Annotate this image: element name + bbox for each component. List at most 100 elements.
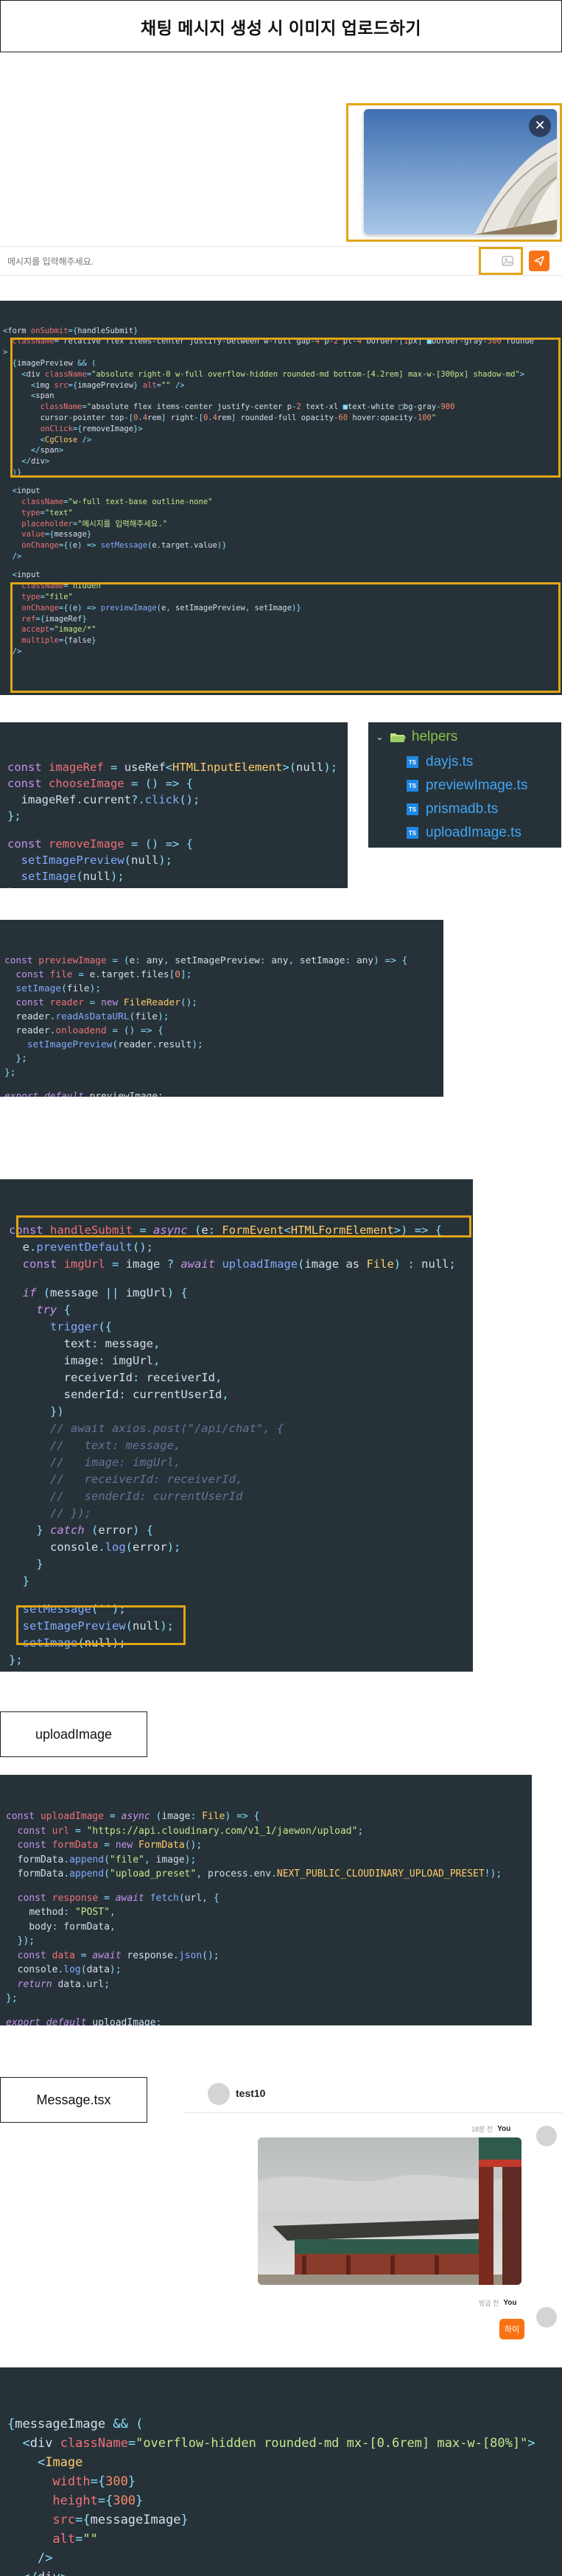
code-block-choose-image: const imageRef = useRef<HTMLInputElement…	[0, 722, 348, 888]
code-line: className="w-full text-base outline-none…	[21, 498, 213, 507]
code-line: setImagePreview(null);	[21, 853, 172, 867]
typescript-file-icon: TS	[407, 756, 418, 768]
label-upload-image: uploadImage	[0, 1711, 147, 1757]
code-line: });	[17, 1936, 35, 1947]
code-line: className="relative flex items-center ju…	[12, 337, 535, 346]
code-line: </div>	[7, 2568, 555, 2576]
code-line: };	[7, 884, 340, 889]
code-line: // senderId: currentUserId	[9, 1489, 243, 1503]
file-tree-item[interactable]: TS dayjs.ts	[407, 753, 473, 771]
code-lines: const handleSubmit = async (e: FormEvent…	[9, 1222, 464, 1669]
code-line: const chooseImage = () => {	[7, 777, 194, 790]
code-block-handle-submit: const handleSubmit = async (e: FormEvent…	[0, 1179, 473, 1672]
code-line: trigger({	[50, 1319, 112, 1333]
code-line: const uploadImage = async (image: File) …	[6, 1811, 260, 1822]
code-line: const file = e.target.files[0];	[15, 969, 192, 980]
label-message-tsx: Message.tsx	[0, 2077, 147, 2123]
code-line: image: imgUrl,	[63, 1353, 161, 1367]
choose-image-button[interactable]	[501, 254, 514, 268]
chat-header-divider	[184, 2112, 562, 2113]
close-icon: ✕	[534, 118, 546, 133]
code-line: placeholder="메시지를 입력해주세요."	[21, 519, 168, 528]
code-line: }	[36, 1557, 43, 1571]
chat-header-username: test10	[236, 2087, 266, 2099]
message-bubble: 하이	[499, 2319, 524, 2339]
message-time: 18분 전	[471, 2126, 493, 2133]
folder-row[interactable]: ⌄ helpers	[376, 728, 457, 746]
code-line: className="absolute flex items-center ju…	[40, 402, 455, 412]
code-line: // image: imgUrl,	[9, 1455, 181, 1469]
code-line: try {	[36, 1302, 71, 1316]
code-line: const reader = new FileReader();	[15, 997, 198, 1008]
code-line: <CgClose />	[40, 435, 92, 444]
avatar	[536, 2126, 557, 2146]
code-line: />	[37, 2551, 53, 2566]
message-input[interactable]	[6, 254, 451, 270]
file-name: uploadImage.ts	[426, 825, 521, 840]
chat-input-form	[0, 246, 562, 276]
code-line: <input	[12, 486, 41, 496]
code-line: body: formData,	[29, 1921, 116, 1933]
remove-image-button[interactable]: ✕	[529, 115, 551, 137]
code-line: setImagePreview(reader.result);	[27, 1039, 203, 1050]
file-name: prismadb.ts	[426, 801, 499, 817]
code-block-form: <form onSubmit={handleSubmit} className=…	[0, 301, 562, 695]
code-line: ref={imageRef}	[21, 614, 87, 624]
code-line: export default previewImage;	[4, 1090, 164, 1097]
code-line: />	[12, 646, 22, 656]
code-line: onChange={(e) => setMessage(e.target.val…	[21, 541, 227, 551]
code-line: const data = await response.json();	[17, 1950, 219, 1961]
code-line: onChange={(e) => previewImage(e, setImag…	[21, 603, 301, 612]
paper-plane-icon	[534, 256, 544, 266]
code-line: const response = await fetch(url, {	[17, 1892, 219, 1904]
code-line: if (message || imgUrl) {	[22, 1285, 188, 1299]
code-line: formData.append("upload_preset", process…	[17, 1868, 502, 1879]
code-line: };	[4, 1067, 16, 1078]
code-line: height={300}	[52, 2493, 144, 2508]
code-block-preview-image: const previewImage = (e: any, setImagePr…	[0, 920, 443, 1097]
code-line: // text: message,	[9, 1438, 181, 1452]
message-image	[258, 2137, 521, 2285]
file-tree-item[interactable]: TS prismadb.ts	[407, 800, 498, 818]
avatar	[536, 2307, 557, 2328]
code-line: };	[9, 1653, 23, 1666]
code-line: <div className="absolute right-0 w-full …	[21, 369, 525, 379]
code-line: {messageImage && (	[7, 2417, 144, 2432]
code-line: setImagePreview(null);	[22, 1619, 174, 1633]
code-line: )}	[12, 467, 22, 477]
code-line: // await axios.post("/api/chat", {	[9, 1421, 284, 1435]
chat-header-avatar	[208, 2083, 230, 2105]
code-line: reader.onloadend = () => {	[15, 1025, 164, 1036]
code-line: method: "POST",	[29, 1907, 116, 1918]
file-tree-item[interactable]: TS uploadImage.ts	[407, 824, 521, 842]
file-name: previewImage.ts	[426, 778, 528, 793]
code-line: <Image	[37, 2455, 83, 2470]
code-line: // });	[9, 1506, 91, 1520]
code-line: <img src={imagePreview} alt="" />	[30, 380, 185, 390]
image-preview: ✕	[364, 109, 557, 234]
code-line: accept="image/*"	[21, 625, 96, 635]
typescript-file-icon: TS	[407, 780, 418, 792]
code-line: } catch (error) {	[36, 1523, 154, 1537]
message-meta-2: 방금 전 You	[479, 2298, 517, 2308]
image-icon	[502, 256, 513, 266]
code-line: cursor-pointer top-[0.4rem] right-[0.4re…	[40, 413, 437, 422]
code-line: }	[22, 1574, 30, 1588]
code-line: };	[15, 1053, 27, 1064]
code-line: multiple={false}	[21, 636, 96, 646]
code-line: setImage(null);	[21, 869, 124, 883]
code-line: const imgUrl = image ? await uploadImage…	[22, 1257, 456, 1271]
code-line: >	[3, 348, 8, 357]
code-lines: {messageImage && ( <div className="overf…	[7, 2415, 555, 2576]
code-line: e.preventDefault();	[22, 1240, 154, 1254]
file-tree-item[interactable]: TS previewImage.ts	[407, 777, 527, 795]
file-tree: ⌄ helpers TS dayjs.ts TS previewImage.ts TS p…	[368, 722, 561, 848]
send-button[interactable]	[529, 251, 549, 271]
code-lines: const previewImage = (e: any, setImagePr…	[4, 954, 439, 1097]
code-line: src={messageImage}	[52, 2513, 189, 2527]
